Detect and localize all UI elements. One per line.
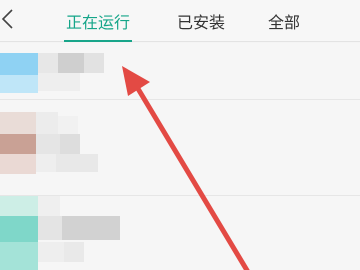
top-bar: 正在运行 已安装 全部 bbox=[0, 0, 360, 42]
app-name-placeholder bbox=[58, 116, 78, 134]
running-app-list bbox=[0, 43, 360, 270]
active-tab-indicator bbox=[64, 40, 132, 42]
app-info-placeholder bbox=[56, 154, 98, 172]
app-info-placeholder bbox=[36, 134, 60, 154]
app-info-placeholder bbox=[64, 242, 84, 262]
app-icon bbox=[0, 112, 36, 134]
app-info-placeholder bbox=[38, 242, 64, 262]
app-name-placeholder bbox=[84, 53, 104, 73]
chevron-left-icon[interactable] bbox=[0, 8, 20, 30]
app-name-placeholder bbox=[58, 53, 84, 73]
tab-all[interactable]: 全部 bbox=[268, 9, 300, 33]
app-icon bbox=[0, 75, 38, 93]
app-name-placeholder bbox=[38, 216, 62, 240]
app-info-placeholder bbox=[36, 154, 56, 172]
app-manager-screen: 正在运行 已安装 全部 bbox=[0, 0, 360, 270]
app-info-placeholder bbox=[60, 134, 80, 154]
app-icon bbox=[0, 154, 36, 174]
tab-running[interactable]: 正在运行 bbox=[66, 9, 130, 33]
app-name-placeholder bbox=[62, 216, 120, 240]
app-icon bbox=[0, 216, 38, 242]
tab-installed[interactable]: 已安装 bbox=[177, 9, 225, 33]
app-name-placeholder bbox=[38, 53, 58, 73]
app-info-placeholder bbox=[38, 73, 80, 91]
app-icon bbox=[0, 242, 38, 270]
list-item[interactable] bbox=[0, 43, 360, 99]
app-icon bbox=[0, 53, 38, 75]
app-icon bbox=[0, 196, 38, 216]
app-name-placeholder bbox=[36, 112, 58, 134]
app-name-placeholder bbox=[38, 196, 60, 216]
list-item[interactable] bbox=[0, 100, 360, 195]
app-icon bbox=[0, 134, 36, 154]
list-item[interactable] bbox=[0, 196, 360, 270]
